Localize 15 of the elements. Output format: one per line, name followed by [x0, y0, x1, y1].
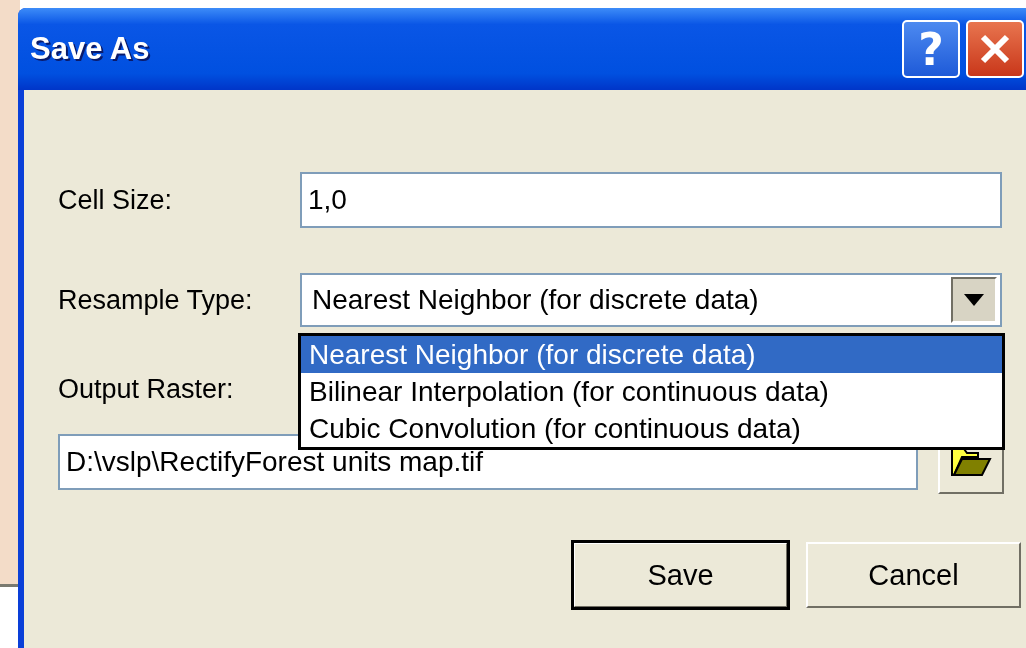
field-label: Output Raster:	[58, 373, 235, 405]
close-icon	[978, 32, 1012, 66]
dialog-button[interactable]: Save	[573, 542, 788, 608]
window-title: Save As	[30, 31, 150, 67]
dialog-button[interactable]: Cancel	[806, 542, 1021, 608]
close-button[interactable]	[966, 20, 1024, 78]
resample-type-dropdown[interactable]: Nearest Neighbor (for discrete data)	[300, 273, 1002, 327]
field-label: Cell Size:	[58, 184, 174, 216]
help-button[interactable]: ?	[902, 20, 960, 78]
dropdown-value: Nearest Neighbor (for discrete data)	[311, 284, 759, 316]
dropdown-option[interactable]: Nearest Neighbor (for discrete data)	[301, 336, 1002, 373]
dropdown-button[interactable]	[951, 277, 997, 323]
caret-icon	[964, 294, 984, 306]
cell-size-field[interactable]: 1,0	[300, 172, 1002, 228]
field-label: Resample Type:	[58, 284, 254, 316]
